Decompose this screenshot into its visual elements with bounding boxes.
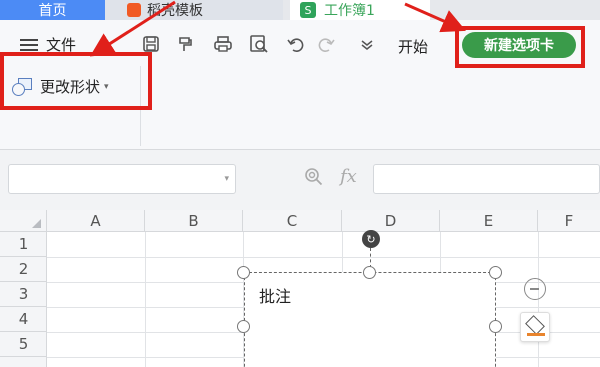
rotate-handle-icon[interactable]: ↻ — [362, 230, 380, 248]
row-header-5[interactable]: 5 — [0, 332, 47, 357]
column-header-f[interactable]: F — [538, 210, 600, 232]
print-preview-icon[interactable] — [248, 33, 270, 55]
name-box[interactable]: ▾ — [8, 164, 236, 194]
comment-text[interactable]: 批注 — [259, 283, 291, 307]
resize-handle-right[interactable] — [489, 320, 502, 333]
resize-handle-top-left[interactable] — [237, 266, 250, 279]
grid-line — [47, 257, 600, 258]
column-header-e[interactable]: E — [440, 210, 538, 232]
annotation-box-new-tab — [455, 26, 585, 68]
annotation-box-change-shape — [0, 52, 152, 110]
tab-workbook[interactable]: S 工作簿1 — [290, 0, 430, 20]
chevron-down-icon[interactable]: ▾ — [224, 174, 229, 184]
resize-handle-left[interactable] — [237, 320, 250, 333]
spreadsheet-window: 首页 稻壳模板 S 工作簿1 文件 开始 新建选项卡 更改形状 ▾ ▾ fx A… — [0, 0, 600, 367]
column-header-bar: A B C D E F — [0, 210, 600, 232]
fill-bucket-icon — [525, 315, 545, 335]
fx-insert-function-icon[interactable]: fx — [340, 166, 357, 187]
tab-workbook-label: 工作簿1 — [324, 3, 375, 19]
fill-color-bar — [527, 333, 545, 336]
minus-circle-icon — [524, 278, 546, 300]
worksheet-grid[interactable]: A B C D E F 1 2 3 4 5 ↻ 批注 — [0, 210, 600, 367]
template-logo-icon — [127, 3, 141, 17]
print-icon[interactable] — [212, 33, 234, 55]
tab-template[interactable]: 稻壳模板 — [105, 0, 283, 20]
select-all-corner[interactable] — [0, 210, 47, 232]
formula-input[interactable] — [373, 164, 600, 194]
column-header-d[interactable]: D — [342, 210, 440, 232]
column-header-b[interactable]: B — [145, 210, 243, 232]
row-header-1[interactable]: 1 — [0, 232, 47, 257]
formula-bar: ▾ fx — [0, 150, 600, 210]
start-tab[interactable]: 开始 — [398, 36, 428, 57]
tab-home[interactable]: 首页 — [0, 0, 105, 20]
undo-icon[interactable] — [284, 33, 306, 55]
redo-icon[interactable] — [316, 33, 338, 55]
row-header-4[interactable]: 4 — [0, 307, 47, 332]
row-header-3[interactable]: 3 — [0, 282, 47, 307]
tab-home-label: 首页 — [38, 3, 67, 19]
shape-fill-button[interactable] — [520, 312, 550, 342]
comment-shape[interactable]: 批注 — [244, 272, 496, 367]
row-header-bar: 1 2 3 4 5 — [0, 232, 47, 367]
column-header-c[interactable]: C — [243, 210, 342, 232]
row-header-2[interactable]: 2 — [0, 257, 47, 282]
rotate-connector — [370, 248, 371, 268]
more-dropdown-icon[interactable] — [356, 33, 378, 55]
column-header-a[interactable]: A — [47, 210, 145, 232]
resize-handle-top-right[interactable] — [489, 266, 502, 279]
shape-layout-options-button[interactable] — [520, 274, 550, 304]
hamburger-icon — [20, 38, 38, 51]
zoom-search-icon[interactable] — [304, 167, 324, 192]
tab-template-label: 稻壳模板 — [147, 3, 203, 19]
format-painter-icon[interactable] — [174, 33, 196, 55]
spreadsheet-logo-icon: S — [300, 2, 316, 18]
resize-handle-top[interactable] — [363, 266, 376, 279]
grid-line — [145, 232, 146, 367]
document-tab-bar: 首页 稻壳模板 S 工作簿1 — [0, 0, 600, 20]
